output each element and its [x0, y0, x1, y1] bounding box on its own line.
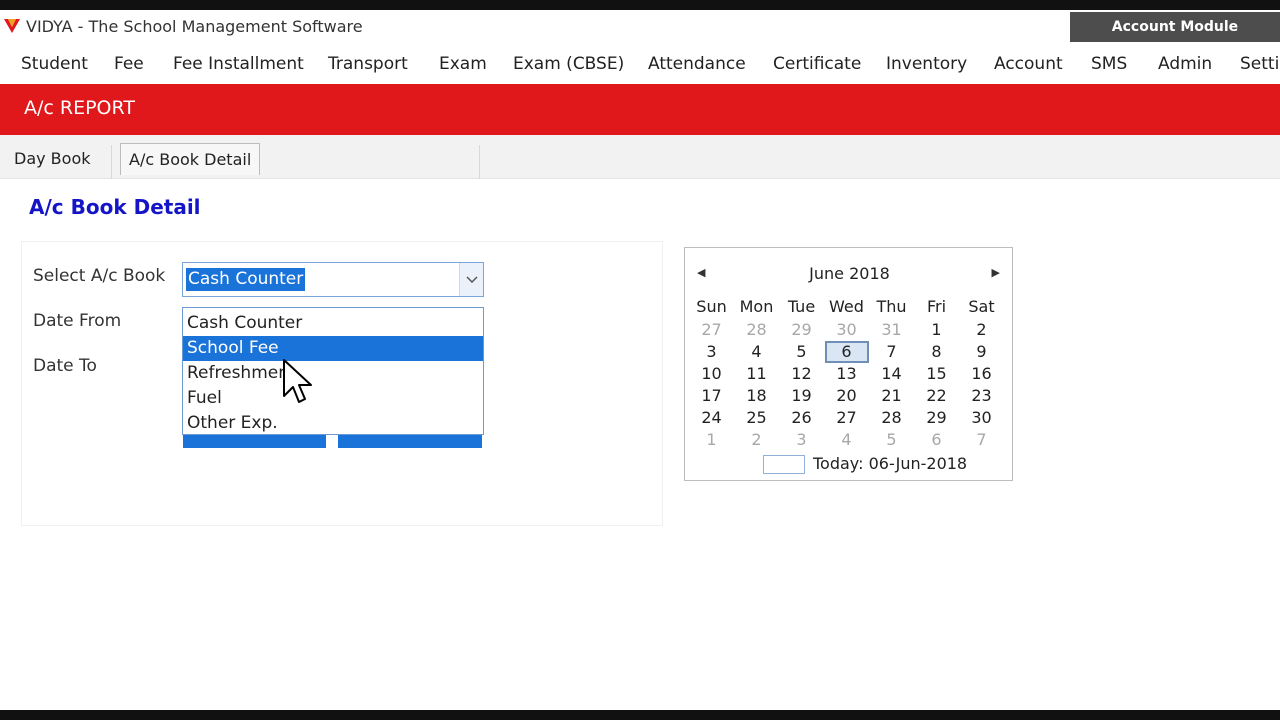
menu-item-student[interactable]: Student: [21, 54, 88, 74]
menu-item-fee[interactable]: Fee: [114, 54, 144, 74]
section-header: A/c REPORT: [0, 84, 1280, 135]
today-marker-box: [763, 455, 805, 474]
date-to-label: Date To: [33, 356, 97, 376]
section-title: A/c REPORT: [24, 97, 135, 119]
weekday-label: Sat: [968, 297, 995, 316]
calendar-day[interactable]: 22: [914, 385, 959, 407]
calendar-day[interactable]: 6: [824, 341, 869, 363]
weekday-label: Wed: [829, 297, 864, 316]
weekday-label: Sun: [696, 297, 727, 316]
calendar-day[interactable]: 16: [959, 363, 1004, 385]
menu-item-exam-cbse[interactable]: Exam (CBSE): [513, 54, 624, 74]
calendar-day[interactable]: 23: [959, 385, 1004, 407]
calendar-weekday-header: Sun Mon Tue Wed Thu Fri Sat: [689, 297, 1013, 319]
calendar-day[interactable]: 24: [689, 407, 734, 429]
calendar-day-other-month[interactable]: 29: [779, 319, 824, 341]
dropdown-button[interactable]: [459, 263, 483, 296]
ac-book-dropdown-list: Cash Counter School Fee Refreshmen Fuel …: [182, 307, 484, 435]
calendar-day-other-month[interactable]: 2: [734, 429, 779, 451]
menu-item-account[interactable]: Account: [994, 54, 1063, 74]
menu-item-settings[interactable]: Setti: [1240, 54, 1279, 74]
report-tab-bar: Day Book A/c Book Detail: [0, 135, 1280, 179]
calendar-day[interactable]: 29: [914, 407, 959, 429]
calendar-day[interactable]: 27: [824, 407, 869, 429]
calendar-day[interactable]: 11: [734, 363, 779, 385]
calendar-month-title[interactable]: June 2018: [685, 264, 1014, 283]
app-window: VIDYA - The School Management Software A…: [0, 10, 1280, 710]
select-ac-book-label: Select A/c Book: [33, 266, 166, 286]
calendar-day[interactable]: 8: [914, 341, 959, 363]
calendar-day[interactable]: 30: [959, 407, 1004, 429]
calendar-day[interactable]: 5: [779, 341, 824, 363]
calendar-day-other-month[interactable]: 5: [869, 429, 914, 451]
calendar-day-other-month[interactable]: 30: [824, 319, 869, 341]
calendar-day-other-month[interactable]: 1: [689, 429, 734, 451]
calendar-day[interactable]: 2: [959, 319, 1004, 341]
calendar-day[interactable]: 28: [869, 407, 914, 429]
menu-item-transport[interactable]: Transport: [328, 54, 408, 74]
option-other-exp[interactable]: Other Exp.: [183, 411, 483, 436]
title-bar: VIDYA - The School Management Software A…: [0, 10, 1280, 44]
calendar-day[interactable]: 14: [869, 363, 914, 385]
calendar-day[interactable]: 19: [779, 385, 824, 407]
calendar-day[interactable]: 18: [734, 385, 779, 407]
calendar-day[interactable]: 21: [869, 385, 914, 407]
mouse-pointer-icon: [283, 359, 312, 403]
calendar-day-grid: 27 28 29 30 31 1 2 3 4 5 6 7 8 9 10 11 12 13 14 15 16 17 18 19 2…: [689, 319, 1013, 451]
option-refreshment[interactable]: Refreshmen: [183, 361, 483, 386]
calendar-day-other-month[interactable]: 4: [824, 429, 869, 451]
weekday-label: Thu: [876, 297, 907, 316]
calendar-day[interactable]: 26: [779, 407, 824, 429]
module-badge: Account Module: [1070, 12, 1280, 42]
calendar-day-other-month[interactable]: 6: [914, 429, 959, 451]
menu-item-admin[interactable]: Admin: [1158, 54, 1212, 74]
weekday-label: Tue: [787, 297, 816, 316]
app-title: VIDYA - The School Management Software: [26, 17, 363, 36]
app-logo-icon: [4, 19, 20, 33]
calendar-day[interactable]: 4: [734, 341, 779, 363]
ac-book-select-value: Cash Counter: [186, 268, 306, 291]
menu-item-fee-installment[interactable]: Fee Installment: [173, 54, 304, 74]
calendar-day[interactable]: 15: [914, 363, 959, 385]
page-title: A/c Book Detail: [29, 195, 201, 219]
today-label[interactable]: Today: 06-Jun-2018: [813, 454, 967, 473]
calendar-day-other-month[interactable]: 27: [689, 319, 734, 341]
next-month-icon[interactable]: ▶: [992, 266, 1000, 279]
calendar-day[interactable]: 9: [959, 341, 1004, 363]
tab-ac-book-detail[interactable]: A/c Book Detail: [120, 143, 261, 175]
calendar-day-other-month[interactable]: 7: [959, 429, 1004, 451]
calendar-day[interactable]: 7: [869, 341, 914, 363]
option-fuel[interactable]: Fuel: [183, 386, 483, 411]
menu-item-certificate[interactable]: Certificate: [773, 54, 861, 74]
tab-divider: [479, 145, 480, 179]
calendar-day[interactable]: 25: [734, 407, 779, 429]
calendar-day[interactable]: 12: [779, 363, 824, 385]
weekday-label: Fri: [926, 297, 947, 316]
calendar-day[interactable]: 1: [914, 319, 959, 341]
menu-item-sms[interactable]: SMS: [1091, 54, 1127, 74]
calendar-day[interactable]: 10: [689, 363, 734, 385]
ac-book-select[interactable]: Cash Counter: [182, 262, 484, 297]
menu-item-inventory[interactable]: Inventory: [886, 54, 967, 74]
calendar-day-other-month[interactable]: 28: [734, 319, 779, 341]
month-calendar: ◀ June 2018 ▶ Sun Mon Tue Wed Thu Fri Sa…: [684, 247, 1013, 481]
calendar-day[interactable]: 13: [824, 363, 869, 385]
calendar-day[interactable]: 3: [689, 341, 734, 363]
chevron-down-icon: [466, 276, 478, 284]
tab-divider: [111, 145, 112, 179]
date-from-label: Date From: [33, 311, 122, 331]
option-cash-counter[interactable]: Cash Counter: [183, 311, 483, 336]
calendar-day[interactable]: 20: [824, 385, 869, 407]
calendar-day[interactable]: 17: [689, 385, 734, 407]
main-menu-bar: Student Fee Fee Installment Transport Ex…: [0, 48, 1280, 84]
weekday-label: Mon: [739, 297, 774, 316]
calendar-day-other-month[interactable]: 3: [779, 429, 824, 451]
calendar-day-other-month[interactable]: 31: [869, 319, 914, 341]
option-school-fee[interactable]: School Fee: [183, 336, 483, 361]
tab-day-book[interactable]: Day Book: [6, 143, 99, 175]
menu-item-exam[interactable]: Exam: [439, 54, 487, 74]
menu-item-attendance[interactable]: Attendance: [648, 54, 746, 74]
